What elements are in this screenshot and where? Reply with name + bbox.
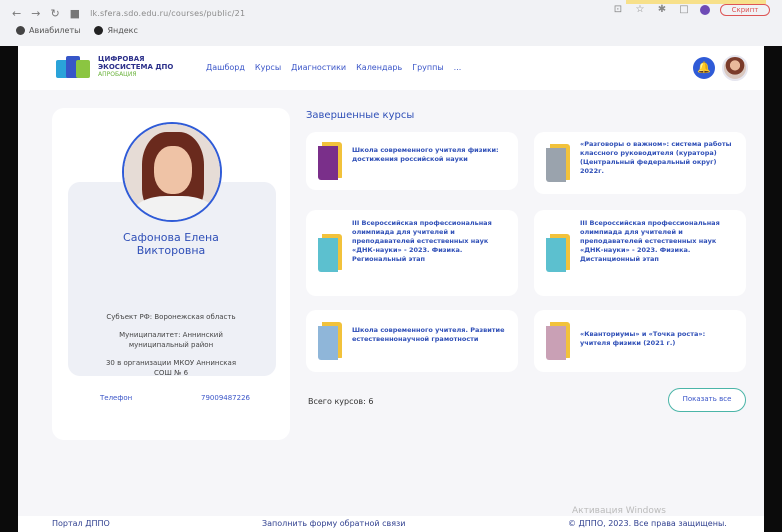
course-card[interactable]: Школа современного учителя. Развитие ест… (306, 310, 518, 372)
footer-copyright: © ДППО, 2023. Все права защищены. (568, 519, 727, 528)
course-thumbnail (546, 322, 570, 360)
course-card[interactable]: «Разговоры о важном»: система работы кла… (534, 132, 746, 194)
course-thumbnail (318, 142, 342, 180)
phone-label: Телефон (100, 394, 133, 402)
nav-courses[interactable]: Курсы (255, 63, 281, 72)
lock-icon: ■ (69, 6, 81, 20)
course-title[interactable]: «Разговоры о важном»: система работы кла… (580, 140, 736, 176)
profile-municipality-line-1: Муниципалитет: Аннинский (119, 331, 223, 339)
browser-actions: ⊡ ☆ ✱ □ Скрипт (612, 4, 770, 16)
site-header: ЦИФРОВАЯ ЭКОСИСТЕМА ДПО АПРОБАЦИЯ Дашбор… (18, 46, 764, 90)
user-avatar[interactable] (722, 55, 748, 81)
screen-border-right (764, 46, 782, 532)
course-thumbnail (546, 144, 570, 182)
course-card[interactable]: III Всероссийская профессиональная олимп… (534, 210, 746, 296)
translate-icon[interactable]: ⊡ (612, 4, 624, 16)
bookmarks-bar: Авиабилеты Яндекс (16, 26, 138, 35)
course-card[interactable]: Школа современного учителя физики: дости… (306, 132, 518, 190)
nav-groups[interactable]: Группы (412, 63, 443, 72)
footer-feedback-link[interactable]: Заполнить форму обратной связи (262, 519, 405, 528)
site-footer: Портал ДППО Заполнить форму обратной свя… (18, 516, 764, 532)
total-courses-count: Всего курсов: 6 (308, 397, 374, 406)
bookmark-label: Яндекс (107, 26, 138, 35)
profile-municipality-line-2: муниципальный район (128, 341, 214, 349)
nav-diagnostics[interactable]: Диагностики (291, 63, 346, 72)
logo-line-2: ЭКОСИСТЕМА ДПО (98, 63, 174, 71)
page: ← → ↻ ■ lk.sfera.sdo.edu.ru/courses/publ… (0, 0, 782, 532)
course-thumbnail (318, 322, 342, 360)
phone-value[interactable]: 79009487226 (201, 394, 250, 402)
logo-line-1: ЦИФРОВАЯ (98, 55, 145, 63)
bookmark-item-yandex[interactable]: Яндекс (94, 26, 138, 35)
course-title[interactable]: III Всероссийская профессиональная олимп… (580, 219, 736, 264)
course-title[interactable]: Школа современного учителя. Развитие ест… (352, 326, 508, 344)
globe-icon (16, 26, 25, 35)
profile-org-line-1: 30 в организации МКОУ Аннинская (105, 359, 237, 367)
notifications-bell-icon[interactable]: 🔔 (693, 57, 715, 79)
profile-phone-row: Телефон 79009487226 (100, 394, 250, 402)
browser-profile-button[interactable]: Скрипт (720, 4, 770, 16)
show-all-button[interactable]: Показать все (668, 388, 746, 412)
nav-dashboard[interactable]: Дашборд (206, 63, 245, 72)
window-icon[interactable]: □ (678, 4, 690, 16)
profile-municipality: Муниципалитет: Аннинский муниципальный р… (52, 330, 290, 350)
nav-more[interactable]: ... (454, 63, 462, 72)
site-logo[interactable]: ЦИФРОВАЯ ЭКОСИСТЕМА ДПО АПРОБАЦИЯ (54, 54, 173, 80)
logo-text: ЦИФРОВАЯ ЭКОСИСТЕМА ДПО АПРОБАЦИЯ (98, 55, 173, 79)
yandex-icon (94, 26, 104, 35)
back-arrow-icon[interactable]: ← (12, 7, 21, 20)
course-thumbnail (546, 234, 570, 272)
logo-line-3: АПРОБАЦИЯ (98, 71, 137, 78)
course-card[interactable]: «Кванториумы» и «Точка роста»: учителя ф… (534, 310, 746, 372)
course-title[interactable]: Школа современного учителя физики: дости… (352, 146, 508, 164)
browser-profile-avatar[interactable] (700, 5, 710, 15)
reload-icon[interactable]: ↻ (50, 7, 59, 20)
bookmark-item-aviabilety[interactable]: Авиабилеты (16, 26, 80, 35)
forward-arrow-icon[interactable]: → (31, 7, 40, 20)
bookmark-label: Авиабилеты (29, 26, 81, 35)
profile-name-line-1: Сафонова Елена (123, 231, 219, 244)
main-nav: Дашборд Курсы Диагностики Календарь Груп… (206, 63, 461, 72)
profile-organization: 30 в организации МКОУ Аннинская СОШ № 6 (52, 358, 290, 378)
screen-border-left (0, 46, 18, 532)
address-url[interactable]: lk.sfera.sdo.edu.ru/courses/public/21 (90, 9, 245, 18)
course-title[interactable]: III Всероссийская профессиональная олимп… (352, 219, 508, 264)
logo-books-icon (54, 54, 92, 80)
profile-card: Сафонова Елена Викторовна Субъект РФ: Во… (52, 108, 290, 440)
address-bar[interactable]: ← → ↻ ■ lk.sfera.sdo.edu.ru/courses/publ… (12, 6, 572, 20)
site-viewport: ЦИФРОВАЯ ЭКОСИСТЕМА ДПО АПРОБАЦИЯ Дашбор… (18, 46, 764, 532)
completed-courses-title: Завершенные курсы (306, 110, 415, 121)
profile-region: Субъект РФ: Воронежская область (106, 313, 236, 321)
nav-calendar[interactable]: Календарь (356, 63, 402, 72)
course-thumbnail (318, 234, 342, 272)
course-card[interactable]: III Всероссийская профессиональная олимп… (306, 210, 518, 296)
profile-name: Сафонова Елена Викторовна (52, 231, 290, 257)
profile-name-line-2: Викторовна (136, 244, 206, 257)
extension-icon[interactable]: ✱ (656, 4, 668, 16)
windows-activation-watermark: Активация Windows (572, 506, 666, 516)
profile-photo (122, 122, 222, 222)
browser-toolbar: ← → ↻ ■ lk.sfera.sdo.edu.ru/courses/publ… (0, 0, 782, 46)
course-title[interactable]: «Кванториумы» и «Точка роста»: учителя ф… (580, 330, 736, 348)
footer-portal-link[interactable]: Портал ДППО (52, 519, 110, 528)
star-icon[interactable]: ☆ (634, 4, 646, 16)
profile-org-line-2: СОШ № 6 (153, 369, 189, 377)
